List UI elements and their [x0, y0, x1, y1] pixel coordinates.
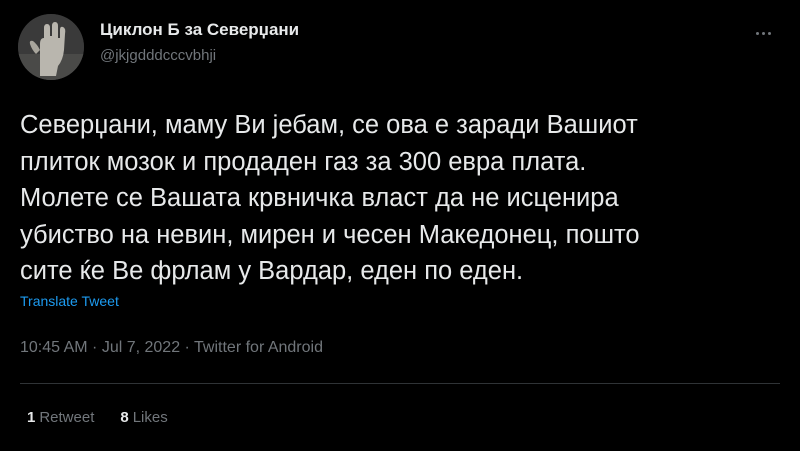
likes-label: Likes: [132, 409, 168, 426]
likes-stat[interactable]: 8 Likes: [120, 409, 167, 426]
translate-tweet-link[interactable]: Translate Tweet: [20, 293, 119, 309]
tweet-text-line: Молете се Вашата крвничка власт да не ис…: [20, 184, 619, 212]
more-dot: [767, 31, 771, 35]
retweets-stat[interactable]: 1 Retweet: [27, 409, 94, 426]
likes-count: 8: [120, 409, 129, 426]
engagement-stats: 1 Retweet 8 Likes: [27, 409, 168, 426]
tweet-text-line: плиток мозок и продаден газ за 300 евра …: [20, 147, 587, 176]
tweet-metadata[interactable]: 10:45 AM · Jul 7, 2022 · Twitter for And…: [20, 339, 323, 357]
author-display-name[interactable]: Циклон Б за Северџани: [100, 20, 299, 40]
retweets-label: Retweet: [39, 409, 95, 426]
more-dot: [755, 31, 759, 35]
more-options-icon[interactable]: [748, 22, 778, 44]
tweet-card: Циклон Б за Северџани @jkjgdddcccvbhji С…: [0, 0, 800, 451]
avatar-image: [18, 14, 84, 80]
avatar[interactable]: [18, 14, 84, 80]
tweet-text-line: убиство на невин, мирен и чесен Македоне…: [20, 220, 640, 249]
more-dot: [761, 31, 765, 35]
divider: [20, 383, 780, 384]
author-handle[interactable]: @jkjgdddcccvbhji: [100, 47, 216, 64]
tweet-text: Северџани, маму Ви јебам, се ова е зарад…: [20, 107, 790, 290]
tweet-text-line: Северџани, маму Ви јебам, се ова е зарад…: [20, 111, 638, 139]
tweet-text-line: сите ќе Ве фрлам у Вардар, еден по еден.: [20, 257, 524, 285]
retweets-count: 1: [27, 409, 36, 426]
